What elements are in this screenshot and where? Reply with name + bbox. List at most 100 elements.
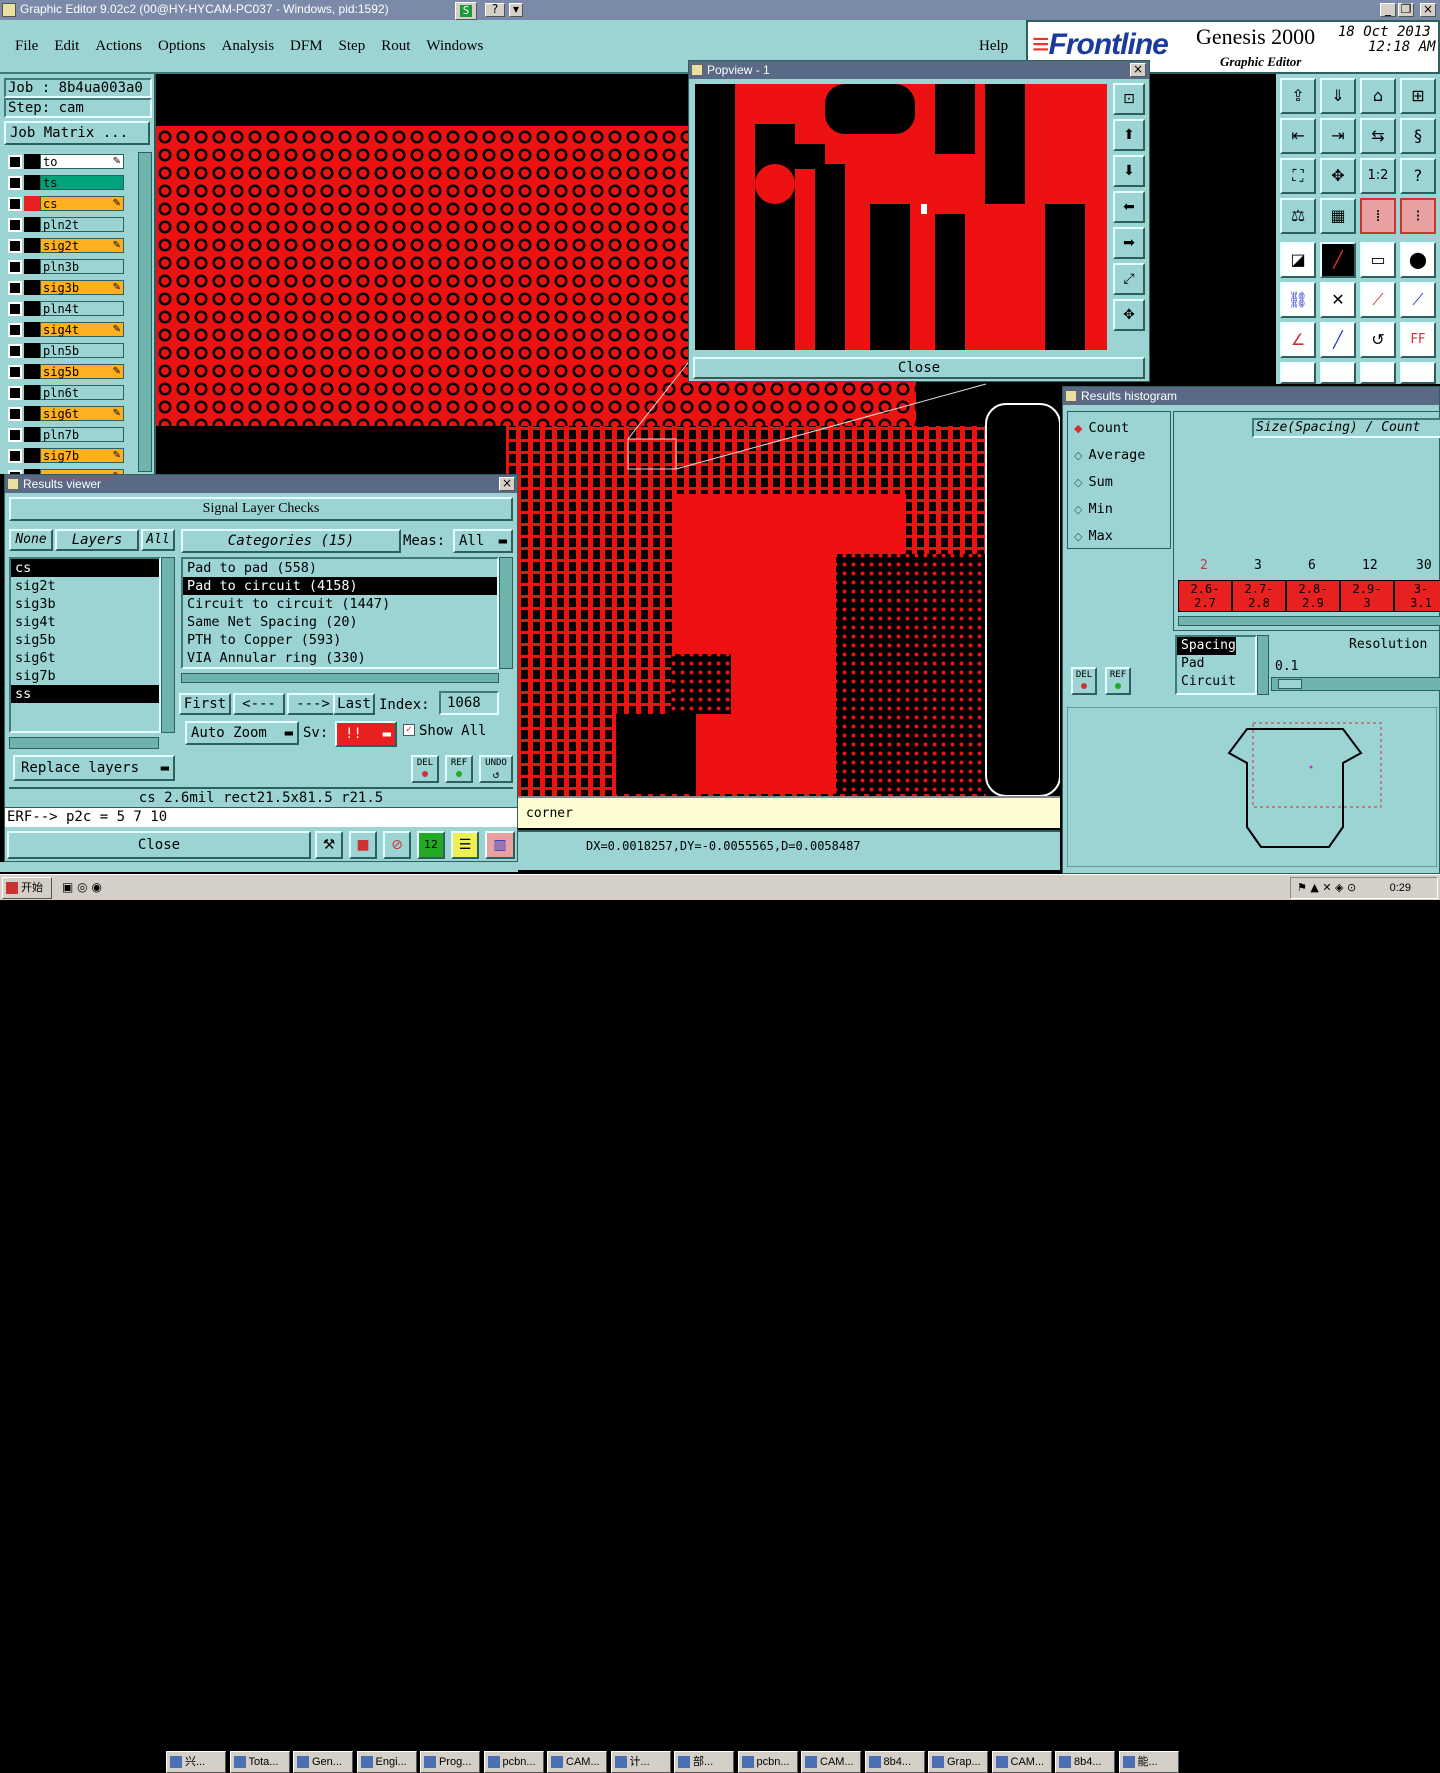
taskbar-item[interactable]: 兴... xyxy=(166,1751,226,1773)
undo-button[interactable]: UNDO ↺ xyxy=(479,755,513,783)
zoom-in-icon[interactable]: ⤢ xyxy=(1113,263,1145,295)
result-layer-item[interactable]: ss xyxy=(11,685,159,703)
layer-checkbox[interactable] xyxy=(8,386,22,400)
meas-select[interactable]: All ▬ xyxy=(453,529,513,553)
layer-name[interactable]: sig6t ✎ xyxy=(40,406,124,421)
ie-icon[interactable]: ◎ xyxy=(77,880,87,894)
layer-name[interactable]: sig4t ✎ xyxy=(40,322,124,337)
results-viewer-close-icon[interactable]: × xyxy=(499,477,515,491)
snake-icon[interactable]: § xyxy=(1400,118,1436,154)
net-select-icon[interactable]: ⁝ xyxy=(1400,198,1436,234)
layer-checkbox[interactable] xyxy=(8,239,22,253)
popview-close-icon[interactable]: × xyxy=(1130,63,1146,77)
layer-name[interactable]: sig7b ✎ xyxy=(40,448,124,463)
prev-button[interactable]: <--- xyxy=(233,693,285,715)
measure-icon[interactable]: ⚖ xyxy=(1280,198,1316,234)
taskbar-item[interactable]: Tota... xyxy=(229,1751,290,1773)
cursor-point-icon[interactable]: ◪ xyxy=(1280,242,1316,278)
layer-name[interactable]: pln7b xyxy=(40,427,124,442)
extra-tool-4-icon[interactable] xyxy=(1400,362,1436,384)
home-up-icon[interactable]: ⇪ xyxy=(1280,78,1316,114)
category-item[interactable]: Pad to pad (558) xyxy=(183,559,497,577)
angle-icon[interactable]: ∠ xyxy=(1280,322,1316,358)
layer-name[interactable]: pln4t xyxy=(40,301,124,316)
taskbar-item[interactable]: 部... xyxy=(674,1751,734,1773)
taskbar-item[interactable]: Engi... xyxy=(356,1751,417,1773)
menu-edit[interactable]: Edit xyxy=(54,38,79,55)
toolbox-icon[interactable]: ⚒ xyxy=(315,831,343,859)
layer-row[interactable]: cs ✎ xyxy=(6,196,124,212)
slider-thumb[interactable] xyxy=(1278,679,1302,689)
index-input[interactable]: 1068 xyxy=(439,691,499,715)
histogram-type-list[interactable]: Spacing Pad Circuit xyxy=(1175,635,1257,695)
cross-icon[interactable]: ✕ xyxy=(1320,282,1356,318)
mode-radio-max[interactable]: ◇ Max xyxy=(1074,528,1113,544)
result-layer-item[interactable]: sig6t xyxy=(11,649,159,667)
mirror-icon[interactable]: ⇆ xyxy=(1360,118,1396,154)
job-matrix-button[interactable]: Job Matrix ... xyxy=(4,121,150,145)
taskbar-item[interactable]: pcbn... xyxy=(737,1751,798,1773)
category-list[interactable]: Pad to pad (558) Pad to circuit (4158) Cir… xyxy=(181,557,499,669)
first-button[interactable]: First xyxy=(179,693,231,715)
popview-canvas[interactable] xyxy=(695,84,1107,350)
mode-radio-average[interactable]: ◇ Average xyxy=(1074,447,1145,463)
next-button[interactable]: ---> xyxy=(287,693,339,715)
pan-down-icon[interactable]: ⬇ xyxy=(1113,155,1145,187)
bin-label[interactable]: 2.8- 2.9 xyxy=(1286,580,1340,612)
net-highlight-icon[interactable]: ⁞ xyxy=(1360,198,1396,234)
down-arrow-icon[interactable]: ⇓ xyxy=(1320,78,1356,114)
layer-checkbox[interactable] xyxy=(8,260,22,274)
pan-left-icon[interactable]: ⬅ xyxy=(1113,191,1145,223)
menu-actions[interactable]: Actions xyxy=(95,38,142,55)
histogram-hscroll[interactable] xyxy=(1178,616,1440,626)
left-arrow-icon[interactable]: ⇤ xyxy=(1280,118,1316,154)
mode-radio-sum[interactable]: ◇ Sum xyxy=(1074,474,1113,490)
slash-icon[interactable]: ╱ xyxy=(1320,322,1356,358)
one-to-two-icon[interactable]: 1:2 xyxy=(1360,158,1396,194)
type-item[interactable]: Pad xyxy=(1177,655,1255,673)
line-endpoint-2-icon[interactable]: ⟋ xyxy=(1400,282,1436,318)
restore-button[interactable]: ❐ xyxy=(1398,3,1414,17)
menu-dfm[interactable]: DFM xyxy=(290,38,323,55)
extra-tool-3-icon[interactable] xyxy=(1360,362,1396,384)
layer-name[interactable]: pln5b xyxy=(40,343,124,358)
layer-row[interactable]: sig2t ✎ xyxy=(6,238,124,254)
result-layer-item[interactable]: sig7b xyxy=(11,667,159,685)
menu-step[interactable]: Step xyxy=(339,38,366,55)
notes-icon[interactable]: ☰ xyxy=(451,831,479,859)
layer-checkbox[interactable] xyxy=(8,449,22,463)
histogram-del-button[interactable]: DEL xyxy=(1071,667,1097,695)
result-layer-list[interactable]: cs sig2t sig3b sig4t sig5b sig6t sig7b ss xyxy=(9,557,161,733)
window-split-icon[interactable]: ⊞ xyxy=(1400,78,1436,114)
layer-checkbox[interactable] xyxy=(8,218,22,232)
tray-icons[interactable]: ⚑ ▲ ✕ ◈ ⊙ xyxy=(1291,881,1356,894)
category-list-hscroll[interactable] xyxy=(181,673,499,683)
layer-checkbox[interactable] xyxy=(8,155,22,169)
histogram-icon[interactable]: ▥ xyxy=(485,831,515,859)
help-icon-button[interactable]: ? xyxy=(485,3,505,17)
layer-row[interactable]: pln7b xyxy=(6,427,124,443)
histogram-ref-button[interactable]: REF xyxy=(1105,667,1131,695)
extra-tool-1-icon[interactable] xyxy=(1280,362,1316,384)
layer-row[interactable]: pln5b xyxy=(6,343,124,359)
close-window-button[interactable]: × xyxy=(1420,3,1436,17)
taskbar-item[interactable]: 计... xyxy=(610,1751,671,1773)
layer-scrollbar[interactable] xyxy=(138,152,152,472)
layer-name[interactable]: sig3b ✎ xyxy=(40,280,124,295)
bin-label[interactable]: 2.7- 2.8 xyxy=(1232,580,1286,612)
stop-icon[interactable]: ■ xyxy=(349,831,377,859)
bin-label[interactable]: 3- 3.1 xyxy=(1394,580,1440,612)
type-item[interactable]: Spacing xyxy=(1177,637,1236,655)
layer-row[interactable]: sig6t ✎ xyxy=(6,406,124,422)
ff-icon[interactable]: FF xyxy=(1400,322,1436,358)
type-item[interactable]: Circuit xyxy=(1177,673,1255,691)
layer-row[interactable]: pln2t xyxy=(6,217,124,233)
fit-icon[interactable]: ⛶ xyxy=(1280,158,1316,194)
connect-icon[interactable]: ⛓ xyxy=(1280,282,1316,318)
layer-name[interactable]: pln3b xyxy=(40,259,124,274)
del-button[interactable]: DEL xyxy=(411,755,439,783)
s-icon-button[interactable]: S xyxy=(455,2,477,20)
result-layer-item[interactable]: cs xyxy=(11,559,159,577)
arc-icon[interactable]: ↺ xyxy=(1360,322,1396,358)
disabled-icon[interactable]: ⊘ xyxy=(383,831,411,859)
